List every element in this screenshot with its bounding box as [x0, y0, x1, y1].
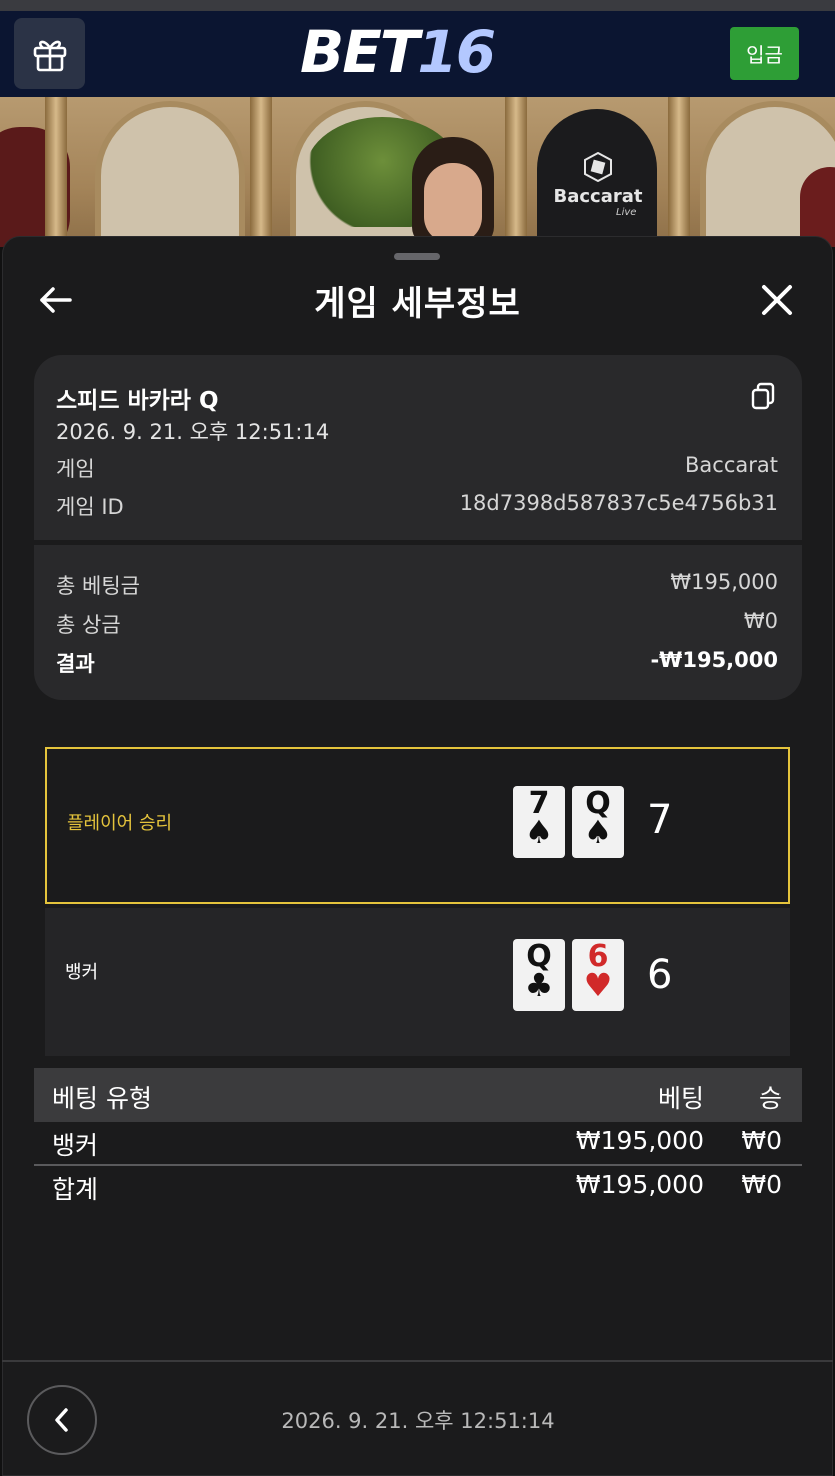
- player-hand: 플레이어 승리 7 ♠ Q ♠ 7: [45, 747, 790, 904]
- game-id-value: 18d7398d587837c5e4756b31: [459, 491, 778, 515]
- banker-hand-label: 뱅커: [65, 962, 99, 983]
- live-stream-preview[interactable]: Baccarat Live: [0, 97, 835, 247]
- bet-type-cell: 뱅커: [52, 1131, 99, 1160]
- baccarat-hex-icon: [584, 152, 612, 182]
- baccarat-logo-text: Baccarat: [553, 186, 643, 207]
- divider: [34, 540, 802, 545]
- game-type-value: Baccarat: [685, 453, 778, 477]
- game-timestamp: 2026. 9. 21. 오후 12:51:14: [56, 420, 330, 444]
- app-header: BET16 입금: [0, 11, 835, 97]
- spade-icon: ♠: [524, 813, 554, 851]
- previous-round-button[interactable]: [27, 1385, 97, 1455]
- total-win-cell: ₩0: [741, 1170, 782, 1199]
- banker-hand: 뱅커 Q ♣ 6 ♥ 6: [45, 908, 790, 1056]
- total-win-value: ₩0: [743, 609, 778, 633]
- page-title: 게임 세부정보: [314, 284, 521, 324]
- arch-decor: [95, 101, 245, 247]
- status-strip: [0, 0, 835, 11]
- result-value: -₩195,000: [650, 648, 778, 672]
- logo-text-accent: 16: [417, 18, 496, 86]
- table-row: 뱅커 ₩195,000 ₩0: [34, 1122, 802, 1166]
- banker-score: 6: [647, 952, 673, 998]
- club-icon: ♣: [524, 966, 554, 1004]
- pillar-decor: [45, 97, 67, 247]
- sheet-drag-handle[interactable]: [394, 253, 440, 260]
- chevron-left-icon: [55, 1408, 68, 1432]
- deposit-button[interactable]: 입금: [730, 27, 799, 80]
- game-type-label: 게임: [56, 457, 95, 481]
- baccarat-live-text: Live: [616, 207, 637, 218]
- gift-icon: [33, 40, 66, 71]
- dealer-face: [424, 163, 482, 243]
- gift-button[interactable]: [14, 18, 85, 89]
- game-id-label: 게임 ID: [56, 495, 124, 519]
- round-timestamp: 2026. 9. 21. 오후 12:51:14: [281, 1409, 555, 1433]
- close-icon: [762, 285, 792, 315]
- total-bet-value: ₩195,000: [670, 570, 778, 594]
- game-info-card: 스피드 바카라 Q 2026. 9. 21. 오후 12:51:14 게임 Ba…: [34, 355, 802, 700]
- player-score: 7: [647, 797, 673, 843]
- total-label-cell: 합계: [52, 1175, 99, 1204]
- divider: [2, 1360, 833, 1362]
- brand-logo[interactable]: BET16: [300, 21, 540, 83]
- total-win-label: 총 상금: [56, 613, 121, 637]
- result-label: 결과: [56, 652, 95, 676]
- bet-table-header: 베팅 유형 베팅 승: [34, 1068, 802, 1122]
- playing-card: Q ♠: [572, 786, 624, 858]
- arrow-left-icon: [40, 287, 72, 313]
- spade-icon: ♠: [583, 813, 613, 851]
- logo-text-primary: BET: [300, 18, 419, 86]
- copy-icon[interactable]: [748, 381, 778, 411]
- total-bet-label: 총 베팅금: [56, 574, 140, 598]
- background-person: [800, 167, 835, 247]
- pillar-decor: [505, 97, 527, 247]
- bet-amount-cell: ₩195,000: [575, 1126, 704, 1155]
- player-hand-label: 플레이어 승리: [67, 813, 173, 834]
- column-win: 승: [758, 1084, 782, 1113]
- pillar-decor: [668, 97, 690, 247]
- game-name: 스피드 바카라 Q: [56, 388, 219, 414]
- playing-card: Q ♣: [513, 939, 565, 1011]
- table-row-total: 합계 ₩195,000 ₩0: [34, 1166, 802, 1210]
- pillar-decor: [250, 97, 272, 247]
- column-bet: 베팅: [657, 1084, 704, 1113]
- back-button[interactable]: [36, 280, 76, 320]
- column-bet-type: 베팅 유형: [52, 1084, 152, 1113]
- total-bet-cell: ₩195,000: [575, 1170, 704, 1199]
- game-info-summary: 스피드 바카라 Q 2026. 9. 21. 오후 12:51:14 게임 Ba…: [34, 355, 802, 540]
- baccarat-table-logo: Baccarat: [548, 152, 648, 207]
- close-button[interactable]: [757, 280, 797, 320]
- win-amount-cell: ₩0: [741, 1126, 782, 1155]
- playing-card: 6 ♥: [572, 939, 624, 1011]
- heart-icon: ♥: [583, 966, 613, 1004]
- playing-card: 7 ♠: [513, 786, 565, 858]
